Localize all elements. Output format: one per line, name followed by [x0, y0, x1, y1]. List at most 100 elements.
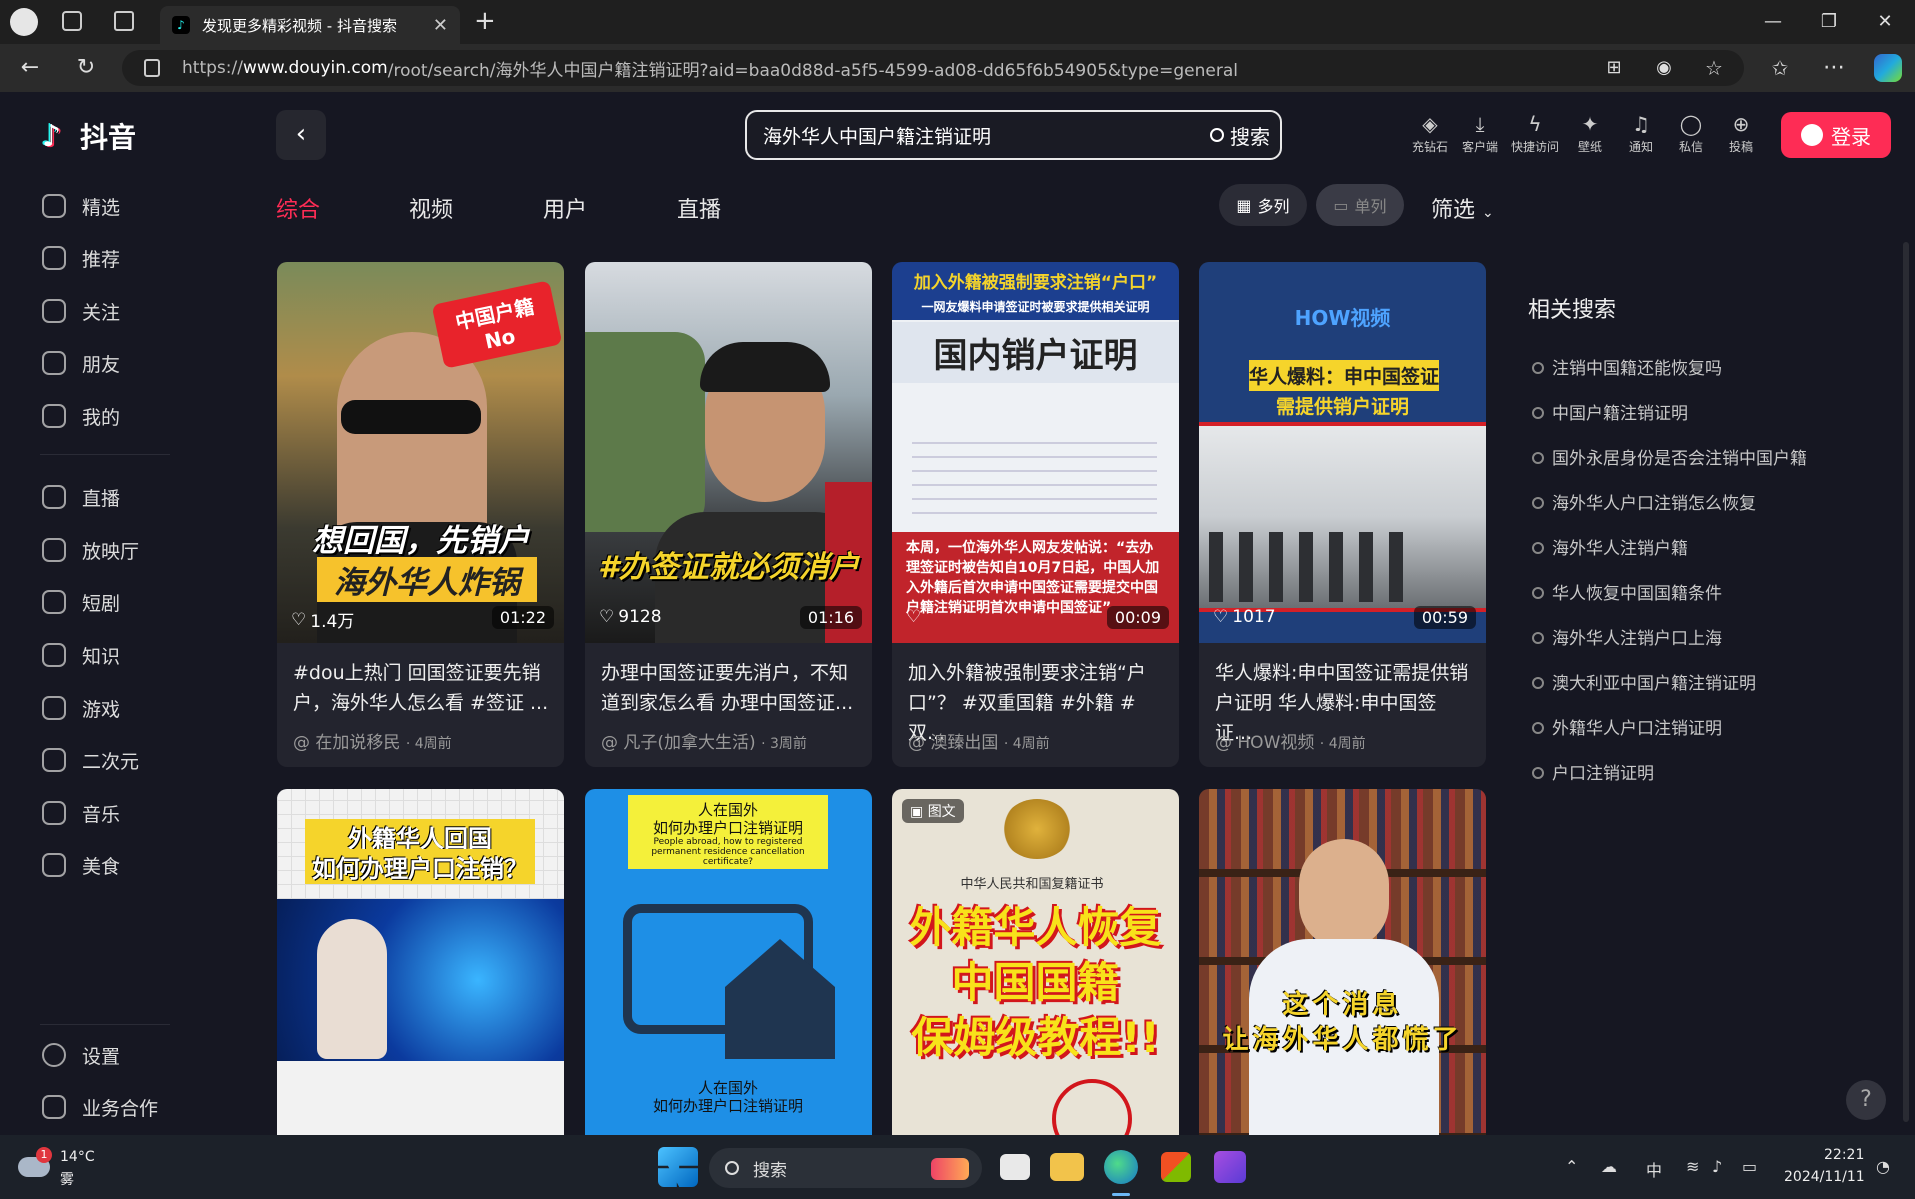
- sidebar-item-anime[interactable]: 二次元: [42, 740, 139, 780]
- filter-dropdown[interactable]: 筛选 ⌄: [1431, 192, 1494, 224]
- sidebar-item-settings[interactable]: 设置: [42, 1035, 120, 1075]
- sidebar-item-featured[interactable]: 精选: [42, 186, 120, 226]
- search-input[interactable]: 海外华人中国户籍注销证明: [763, 122, 991, 149]
- back-arrow-icon[interactable]: ←: [14, 52, 46, 84]
- wifi-icon[interactable]: ≋: [1686, 1157, 1699, 1176]
- video-card[interactable]: 人在国外 如何办理户口注销证明 People abroad, how to re…: [585, 789, 872, 1135]
- search-box[interactable]: 海外华人中国户籍注销证明 搜索: [745, 110, 1282, 160]
- notification-bell-icon[interactable]: ◔: [1876, 1157, 1890, 1176]
- battery-icon[interactable]: ▭: [1742, 1157, 1757, 1176]
- messages-button[interactable]: ◯ 私信: [1667, 112, 1715, 155]
- sidebar-item-cinema[interactable]: 放映厅: [42, 530, 139, 570]
- task-view-icon[interactable]: [1000, 1154, 1030, 1180]
- login-button[interactable]: 登录: [1781, 112, 1891, 158]
- single-column-toggle[interactable]: ▭ 单列: [1316, 184, 1404, 226]
- video-thumbnail[interactable]: 加入外籍被强制要求注销“户口” 一网友爆料申请签证时被要求提供相关证明 国内销户…: [892, 262, 1179, 643]
- sidebar-item-knowledge[interactable]: 知识: [42, 635, 120, 675]
- sidebar-item-short-drama[interactable]: 短剧: [42, 582, 120, 622]
- related-search-item[interactable]: 华人恢复中国国籍条件: [1532, 579, 1722, 604]
- tab-actions-icon[interactable]: [114, 11, 134, 31]
- help-button[interactable]: ?: [1846, 1080, 1886, 1120]
- tab-general[interactable]: 综合: [276, 192, 320, 224]
- maximize-button[interactable]: ❐: [1814, 8, 1844, 36]
- video-author[interactable]: @ HOW视频 · 4周前: [1215, 728, 1366, 753]
- clock-time[interactable]: 22:21: [1824, 1147, 1864, 1163]
- video-thumbnail[interactable]: 中国户籍 No 想回国，先销户 海外华人炸锅 ♡ 1.4万 01:22: [277, 262, 564, 643]
- copilot-icon[interactable]: [1874, 54, 1902, 82]
- sidebar-item-me[interactable]: 我的: [42, 396, 120, 436]
- refresh-icon[interactable]: ↻: [70, 52, 102, 84]
- notification-button[interactable]: ♫ 通知: [1617, 112, 1665, 155]
- show-hidden-icons[interactable]: ⌃: [1565, 1157, 1578, 1176]
- video-thumbnail[interactable]: #办签证就必须消户 ♡ 9128 01:16: [585, 262, 872, 643]
- video-card[interactable]: 加入外籍被强制要求注销“户口” 一网友爆料申请签证时被要求提供相关证明 国内销户…: [892, 262, 1179, 767]
- quick-access-button[interactable]: ϟ 快捷访问: [1511, 112, 1559, 155]
- profile-icon[interactable]: [10, 8, 38, 36]
- video-title[interactable]: #dou上热门 回国签证要先销户，海外华人怎么看 #签证 ...: [293, 658, 551, 718]
- video-card[interactable]: HOW视频 华人爆料：申中国签证 需提供销户证明 ♡ 1017 00:59 华人爆…: [1199, 262, 1486, 767]
- sidebar-item-friends[interactable]: 朋友: [42, 343, 120, 383]
- weather-widget[interactable]: 1 14°C 雾: [18, 1147, 118, 1191]
- back-button[interactable]: ‹: [276, 110, 326, 160]
- related-search-item[interactable]: 澳大利亚中国户籍注销证明: [1532, 669, 1756, 694]
- upload-button[interactable]: ⊕ 投稿: [1717, 112, 1765, 155]
- page-scrollbar[interactable]: [1903, 242, 1909, 1122]
- video-author[interactable]: @ 澳臻出国 · 4周前: [908, 728, 1050, 753]
- sidebar-item-follow[interactable]: 关注: [42, 291, 120, 331]
- related-search-item[interactable]: 户口注销证明: [1532, 759, 1654, 784]
- wallpaper-button[interactable]: ✦ 壁纸: [1566, 112, 1614, 155]
- video-title[interactable]: 办理中国签证要先消户，不知道到家怎么看 办理中国签证...: [601, 658, 859, 718]
- taskbar-search[interactable]: 搜索: [709, 1148, 982, 1188]
- clock-date[interactable]: 2024/11/11: [1784, 1169, 1865, 1185]
- related-search-item[interactable]: 中国户籍注销证明: [1532, 399, 1688, 424]
- favorites-icon[interactable]: ✩: [1764, 52, 1796, 84]
- sidebar-item-food[interactable]: 美食: [42, 845, 120, 885]
- image-post-card[interactable]: ▣ 图文 中华人民共和国复籍证书 外籍华人恢复 中国国籍 保姆级教程!!: [892, 789, 1179, 1135]
- new-tab-button[interactable]: +: [474, 6, 496, 36]
- sidebar-item-games[interactable]: 游戏: [42, 688, 120, 728]
- search-button[interactable]: 搜索: [1210, 121, 1270, 150]
- sidebar-item-recommend[interactable]: 推荐: [42, 238, 120, 278]
- address-bar[interactable]: https://www.douyin.com/root/search/海外华人中…: [122, 50, 1744, 86]
- video-card[interactable]: #办签证就必须消户 ♡ 9128 01:16 办理中国签证要先消户，不知道到家怎么…: [585, 262, 872, 767]
- sidebar-item-music[interactable]: 音乐: [42, 793, 120, 833]
- douyin-logo[interactable]: ♪ 抖音: [42, 116, 136, 156]
- related-search-item[interactable]: 注销中国籍还能恢复吗: [1532, 354, 1722, 379]
- workspaces-icon[interactable]: [62, 11, 82, 31]
- related-search-item[interactable]: 国外永居身份是否会注销中国户籍: [1532, 444, 1807, 469]
- related-search-item[interactable]: 海外华人注销户籍: [1532, 534, 1688, 559]
- pre-app-icon[interactable]: [1214, 1151, 1246, 1183]
- recharge-diamond-button[interactable]: ◈ 充钻石: [1406, 112, 1454, 155]
- file-explorer-icon[interactable]: [1050, 1153, 1084, 1181]
- more-menu-icon[interactable]: ⋯: [1818, 52, 1850, 84]
- related-search-item[interactable]: 海外华人注销户口上海: [1532, 624, 1722, 649]
- app-available-icon[interactable]: ⊞: [1598, 52, 1630, 84]
- favorite-star-icon[interactable]: ☆: [1698, 52, 1730, 84]
- tab-user[interactable]: 用户: [543, 192, 587, 224]
- multi-column-toggle[interactable]: ▦ 多列: [1219, 184, 1307, 226]
- tab-close-icon[interactable]: ✕: [433, 15, 448, 36]
- volume-icon[interactable]: ♪: [1712, 1157, 1722, 1176]
- windows-start-icon[interactable]: [658, 1147, 698, 1187]
- tab-video[interactable]: 视频: [409, 192, 453, 224]
- browser-tab[interactable]: ♪ 发现更多精彩视频 - 抖音搜索 ✕: [160, 6, 460, 44]
- video-author[interactable]: @ 在加说移民 · 4周前: [293, 728, 452, 753]
- sidebar-item-live[interactable]: 直播: [42, 477, 120, 517]
- video-card[interactable]: 中国户籍 No 想回国，先销户 海外华人炸锅 ♡ 1.4万 01:22 #dou上…: [277, 262, 564, 767]
- client-download-button[interactable]: ⤓ 客户端: [1456, 112, 1504, 155]
- onedrive-icon[interactable]: ☁: [1601, 1157, 1617, 1176]
- video-author[interactable]: @ 凡子(加拿大生活) · 3周前: [601, 728, 807, 753]
- browser-essentials-icon[interactable]: ◉: [1648, 52, 1680, 84]
- edge-browser-icon[interactable]: [1104, 1150, 1138, 1184]
- close-window-button[interactable]: ✕: [1870, 8, 1900, 36]
- sidebar-item-business[interactable]: 业务合作: [42, 1087, 158, 1127]
- related-search-item[interactable]: 外籍华人户口注销证明: [1532, 714, 1722, 739]
- video-card[interactable]: 外籍华人回国 如何办理户口注销？: [277, 789, 564, 1135]
- microsoft-store-icon[interactable]: [1161, 1152, 1191, 1182]
- video-thumbnail[interactable]: HOW视频 华人爆料：申中国签证 需提供销户证明 ♡ 1017 00:59: [1199, 262, 1486, 643]
- related-search-item[interactable]: 海外华人户口注销怎么恢复: [1532, 489, 1756, 514]
- tab-live[interactable]: 直播: [677, 192, 721, 224]
- ime-indicator[interactable]: 中: [1646, 1157, 1662, 1181]
- lock-icon[interactable]: [144, 59, 160, 77]
- video-card[interactable]: 这个消息 让海外华人都慌了: [1199, 789, 1486, 1135]
